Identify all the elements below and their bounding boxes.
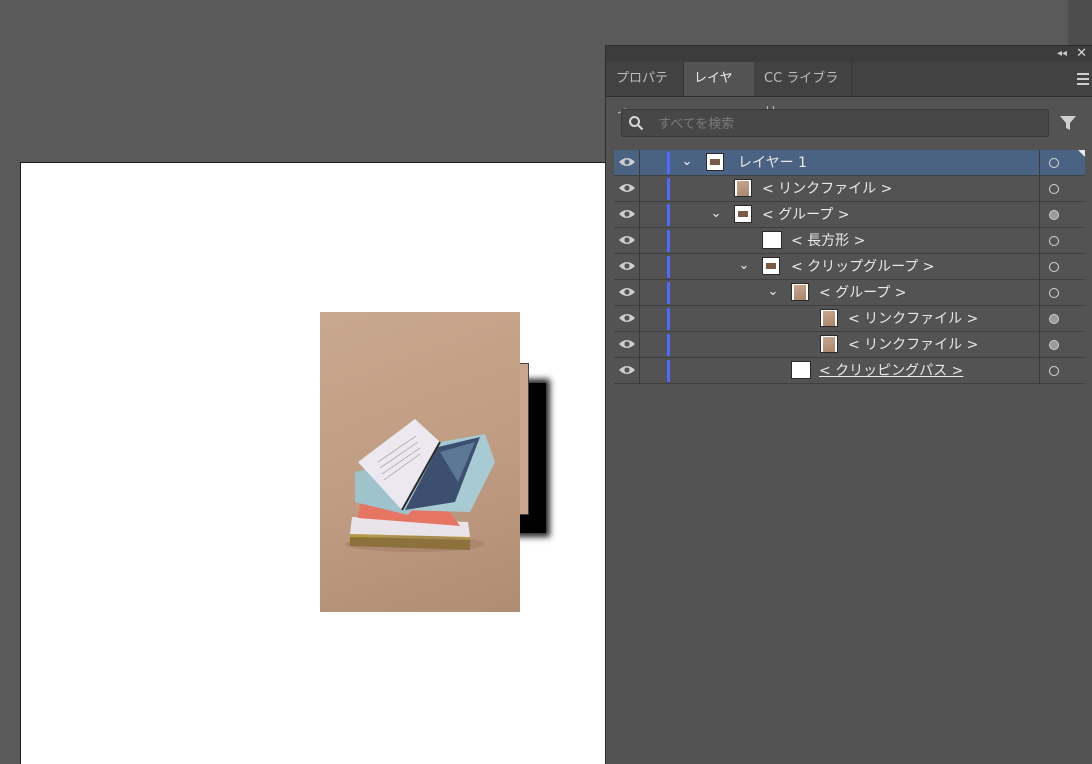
layer-label: < グループ >	[819, 285, 907, 301]
layer-thumbnail	[734, 205, 752, 223]
column-divider	[1039, 150, 1040, 176]
column-divider	[639, 202, 640, 228]
tab-properties[interactable]: プロパティ	[606, 62, 684, 120]
layer-label: < クリップグループ >	[791, 259, 935, 275]
layer-label: < リンクファイル >	[848, 337, 979, 353]
visibility-eye-icon[interactable]	[618, 207, 636, 221]
chevron-down-icon[interactable]: ⌄	[766, 284, 780, 300]
column-divider	[639, 228, 640, 254]
layer-label: < リンクファイル >	[762, 181, 893, 197]
target-circle-icon[interactable]	[1049, 210, 1059, 220]
visibility-eye-icon[interactable]	[618, 337, 636, 351]
column-divider	[1039, 358, 1040, 384]
visibility-eye-icon[interactable]	[618, 259, 636, 273]
vertical-scrollbar[interactable]	[1068, 0, 1092, 46]
layer-color-bar	[667, 360, 670, 382]
layer-color-bar	[667, 308, 670, 330]
column-divider	[639, 254, 640, 280]
layer-thumbnail	[734, 179, 752, 197]
target-circle-icon[interactable]	[1049, 366, 1059, 376]
chevron-down-icon[interactable]: ⌄	[680, 154, 694, 170]
collapse-panel-icon[interactable]: ◂◂	[1057, 46, 1067, 62]
column-divider	[639, 306, 640, 332]
column-divider	[639, 280, 640, 306]
visibility-eye-icon[interactable]	[618, 233, 636, 247]
layer-row-inner-group[interactable]: ⌄ < グループ >	[614, 280, 1085, 306]
column-divider	[1039, 254, 1040, 280]
panel-titlebar: ◂◂ ✕	[606, 46, 1092, 62]
column-divider	[1039, 202, 1040, 228]
column-divider	[1039, 228, 1040, 254]
layer-row-clip-group[interactable]: ⌄ < クリップグループ >	[614, 254, 1085, 280]
target-circle-icon[interactable]	[1049, 314, 1059, 324]
column-divider	[1039, 306, 1040, 332]
layer-row-group[interactable]: ⌄ < グループ >	[614, 202, 1085, 228]
filter-icon[interactable]	[1059, 114, 1077, 132]
target-circle-icon[interactable]	[1049, 236, 1059, 246]
panel-menu-icon[interactable]	[1077, 70, 1092, 86]
linked-image-books[interactable]	[320, 312, 520, 612]
panel-tabbar: プロパティ レイヤー CC ライブラリ	[606, 62, 1092, 120]
layer-row-linked-file[interactable]: < リンクファイル >	[614, 306, 1085, 332]
layer-thumbnail	[791, 361, 811, 379]
column-divider	[1039, 332, 1040, 358]
column-divider	[639, 150, 640, 176]
layer-thumbnail	[762, 231, 782, 249]
column-divider	[1039, 280, 1040, 306]
column-divider	[639, 176, 640, 202]
layer-color-bar	[667, 282, 670, 304]
layer-thumbnail	[706, 153, 724, 171]
layer-row-rectangle[interactable]: < 長方形 >	[614, 228, 1085, 254]
target-circle-icon[interactable]	[1049, 288, 1059, 298]
search-input[interactable]	[656, 113, 1040, 135]
artboard[interactable]	[20, 162, 607, 764]
column-divider	[1039, 176, 1040, 202]
layers-list: ⌄ レイヤー 1 < リンクファイル > ⌄ < グループ > < 長方形 > …	[614, 150, 1085, 384]
layer-row-clipping-path[interactable]: < クリッピングパス >	[614, 358, 1085, 384]
layer-color-bar	[667, 178, 670, 200]
layer-color-bar	[667, 152, 670, 174]
layer-color-bar	[667, 334, 670, 356]
visibility-eye-icon[interactable]	[618, 155, 636, 169]
selection-indicator	[1078, 150, 1085, 157]
layers-empty-area	[614, 385, 1085, 764]
target-circle-icon[interactable]	[1049, 340, 1059, 350]
visibility-eye-icon[interactable]	[618, 311, 636, 325]
target-circle-icon[interactable]	[1049, 158, 1059, 168]
column-divider	[639, 332, 640, 358]
layer-thumbnail	[762, 257, 780, 275]
layer-color-bar	[667, 204, 670, 226]
visibility-eye-icon[interactable]	[618, 285, 636, 299]
layer-label: < グループ >	[762, 207, 850, 223]
layer-label: < 長方形 >	[791, 233, 866, 249]
layer-label: レイヤー 1	[738, 155, 807, 171]
search-icon	[629, 116, 644, 131]
layer-color-bar	[667, 256, 670, 278]
close-panel-icon[interactable]: ✕	[1076, 46, 1087, 62]
layer-thumbnail	[820, 335, 838, 353]
layer-thumbnail	[791, 283, 809, 301]
search-box[interactable]	[621, 109, 1049, 137]
layer-row-linked-file[interactable]: < リンクファイル >	[614, 176, 1085, 202]
layer-row-linked-file[interactable]: < リンクファイル >	[614, 332, 1085, 358]
layer-color-bar	[667, 230, 670, 252]
layer-label: < クリッピングパス >	[819, 363, 964, 379]
visibility-eye-icon[interactable]	[618, 363, 636, 377]
chevron-down-icon[interactable]: ⌄	[709, 206, 723, 222]
visibility-eye-icon[interactable]	[618, 181, 636, 195]
tab-layers[interactable]: レイヤー	[684, 62, 754, 120]
layer-thumbnail	[820, 309, 838, 327]
tab-cc-libraries[interactable]: CC ライブラリ	[754, 62, 852, 120]
layer-row-layer1[interactable]: ⌄ レイヤー 1	[614, 150, 1085, 176]
layer-label: < リンクファイル >	[848, 311, 979, 327]
chevron-down-icon[interactable]: ⌄	[737, 258, 751, 274]
target-circle-icon[interactable]	[1049, 262, 1059, 272]
target-circle-icon[interactable]	[1049, 184, 1059, 194]
column-divider	[639, 358, 640, 384]
layers-panel: ◂◂ ✕ プロパティ レイヤー CC ライブラリ ⌄ レイヤー 1	[605, 45, 1092, 764]
